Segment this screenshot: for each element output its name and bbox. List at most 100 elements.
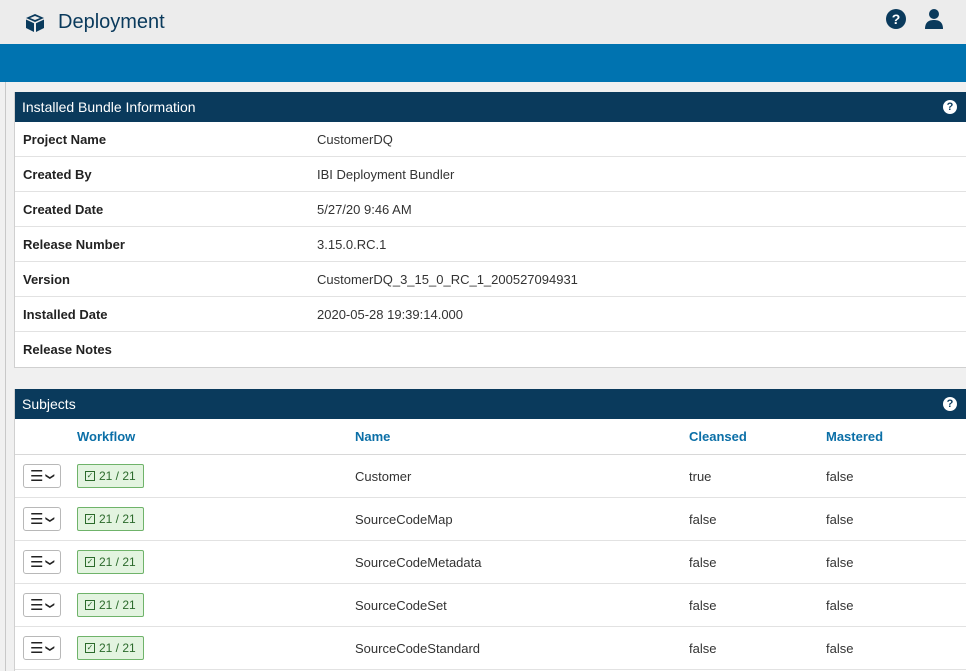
column-header-mastered[interactable]: Mastered xyxy=(826,429,946,444)
column-header-cleansed[interactable]: Cleansed xyxy=(689,429,826,444)
subject-name: Customer xyxy=(355,468,412,484)
subjects-panel: Subjects ? Workflow Name Cleansed Master… xyxy=(14,389,966,671)
nav-bar xyxy=(0,44,966,82)
workflow-status-badge[interactable]: ✓ 21 / 21 xyxy=(77,507,144,531)
table-row: ☰ ❯ ✓ 21 / 21 SourceCodeMap false false xyxy=(15,498,966,541)
user-icon[interactable] xyxy=(924,8,944,30)
workflow-status-badge[interactable]: ✓ 21 / 21 xyxy=(77,464,144,488)
info-row: Installed Date 2020-05-28 19:39:14.000 xyxy=(15,297,966,332)
panel-header: Installed Bundle Information ? xyxy=(15,92,966,122)
column-header-name[interactable]: Name xyxy=(355,429,689,444)
cleansed-value: false xyxy=(689,597,717,613)
workflow-status-badge[interactable]: ✓ 21 / 21 xyxy=(77,636,144,660)
info-label: Installed Date xyxy=(23,306,108,322)
chevron-down-icon: ❯ xyxy=(45,644,56,652)
panel-title: Subjects xyxy=(22,396,76,412)
table-row: ☰ ❯ ✓ 21 / 21 SourceCodeMetadata false false xyxy=(15,541,966,584)
panel-title: Installed Bundle Information xyxy=(22,99,196,115)
table-row: ☰ ❯ ✓ 21 / 21 SourceCodeStandard false false xyxy=(15,627,966,670)
info-row: Release Number 3.15.0.RC.1 xyxy=(15,227,966,262)
mastered-value: false xyxy=(826,597,854,613)
panel-header: Subjects ? xyxy=(15,389,966,419)
info-label: Release Notes xyxy=(23,342,112,357)
info-value: 5/27/20 9:46 AM xyxy=(317,201,412,217)
row-actions-cell: ☰ ❯ xyxy=(15,507,77,531)
subject-name: SourceCodeStandard xyxy=(355,640,481,656)
mastered-value: false xyxy=(826,511,854,527)
info-value: CustomerDQ xyxy=(317,131,393,147)
hamburger-menu-icon: ☰ xyxy=(30,639,44,657)
cleansed-value: false xyxy=(689,511,717,527)
help-icon[interactable]: ? xyxy=(943,100,957,114)
package-box-icon xyxy=(26,14,44,32)
info-row: Created By IBI Deployment Bundler xyxy=(15,157,966,192)
chevron-down-icon: ❯ xyxy=(45,472,56,480)
column-header-workflow[interactable]: Workflow xyxy=(77,429,355,444)
hamburger-menu-icon: ☰ xyxy=(30,553,44,571)
info-value: 3.15.0.RC.1 xyxy=(317,236,387,252)
info-row: Created Date 5/27/20 9:46 AM xyxy=(15,192,966,227)
page-title: Deployment xyxy=(58,11,165,33)
subject-name: SourceCodeMap xyxy=(355,511,453,527)
info-label: Project Name xyxy=(23,131,107,147)
info-value: 2020-05-28 19:39:14.000 xyxy=(317,306,464,322)
workflow-count: 21 / 21 xyxy=(99,469,136,483)
help-icon[interactable]: ? xyxy=(886,9,906,29)
info-label: Created Date xyxy=(23,201,104,217)
subject-name: SourceCodeSet xyxy=(355,597,447,613)
table-row: ☰ ❯ ✓ 21 / 21 Customer true false xyxy=(15,455,966,498)
mastered-value: false xyxy=(826,554,854,570)
hamburger-menu-icon: ☰ xyxy=(30,467,44,485)
hamburger-menu-icon: ☰ xyxy=(30,596,44,614)
table-header: Workflow Name Cleansed Mastered xyxy=(15,419,966,455)
info-label: Created By xyxy=(23,166,92,182)
cleansed-value: false xyxy=(689,554,717,570)
row-actions-cell: ☰ ❯ xyxy=(15,550,77,574)
subject-name: SourceCodeMetadata xyxy=(355,554,482,570)
row-actions-button[interactable]: ☰ ❯ xyxy=(23,464,61,488)
workflow-cell: ✓ 21 / 21 xyxy=(77,593,355,617)
info-row: Release Notes xyxy=(15,332,966,367)
workflow-cell: ✓ 21 / 21 xyxy=(77,464,355,488)
workflow-count: 21 / 21 xyxy=(99,512,136,526)
checkbox-checked-icon: ✓ xyxy=(85,600,95,610)
row-actions-button[interactable]: ☰ ❯ xyxy=(23,593,61,617)
row-actions-cell: ☰ ❯ xyxy=(15,636,77,660)
table-row: ☰ ❯ ✓ 21 / 21 SourceCodeSet false false xyxy=(15,584,966,627)
checkbox-checked-icon: ✓ xyxy=(85,471,95,481)
info-label: Release Number xyxy=(23,236,125,252)
mastered-value: false xyxy=(826,468,854,484)
chevron-down-icon: ❯ xyxy=(45,558,56,566)
chevron-down-icon: ❯ xyxy=(45,515,56,523)
checkbox-checked-icon: ✓ xyxy=(85,557,95,567)
row-actions-button[interactable]: ☰ ❯ xyxy=(23,550,61,574)
workflow-status-badge[interactable]: ✓ 21 / 21 xyxy=(77,593,144,617)
installed-bundle-panel: Installed Bundle Information ? Project N… xyxy=(14,92,966,368)
row-actions-cell: ☰ ❯ xyxy=(15,464,77,488)
info-value: CustomerDQ_3_15_0_RC_1_200527094931 xyxy=(317,271,578,287)
divider xyxy=(5,82,6,671)
hamburger-menu-icon: ☰ xyxy=(30,510,44,528)
row-actions-button[interactable]: ☰ ❯ xyxy=(23,636,61,660)
mastered-value: false xyxy=(826,640,854,656)
info-value: IBI Deployment Bundler xyxy=(317,166,455,182)
help-icon[interactable]: ? xyxy=(943,397,957,411)
workflow-count: 21 / 21 xyxy=(99,641,136,655)
checkbox-checked-icon: ✓ xyxy=(85,643,95,653)
info-label: Version xyxy=(23,271,70,287)
chevron-down-icon: ❯ xyxy=(45,601,56,609)
checkbox-checked-icon: ✓ xyxy=(85,514,95,524)
cleansed-value: true xyxy=(689,468,712,484)
info-row: Project Name CustomerDQ xyxy=(15,122,966,157)
workflow-count: 21 / 21 xyxy=(99,555,136,569)
row-actions-cell: ☰ ❯ xyxy=(15,593,77,617)
workflow-cell: ✓ 21 / 21 xyxy=(77,636,355,660)
cleansed-value: false xyxy=(689,640,717,656)
row-actions-button[interactable]: ☰ ❯ xyxy=(23,507,61,531)
info-row: Version CustomerDQ_3_15_0_RC_1_2005270949… xyxy=(15,262,966,297)
workflow-status-badge[interactable]: ✓ 21 / 21 xyxy=(77,550,144,574)
top-header: Deployment ? xyxy=(0,0,966,44)
workflow-count: 21 / 21 xyxy=(99,598,136,612)
workflow-cell: ✓ 21 / 21 xyxy=(77,507,355,531)
workflow-cell: ✓ 21 / 21 xyxy=(77,550,355,574)
